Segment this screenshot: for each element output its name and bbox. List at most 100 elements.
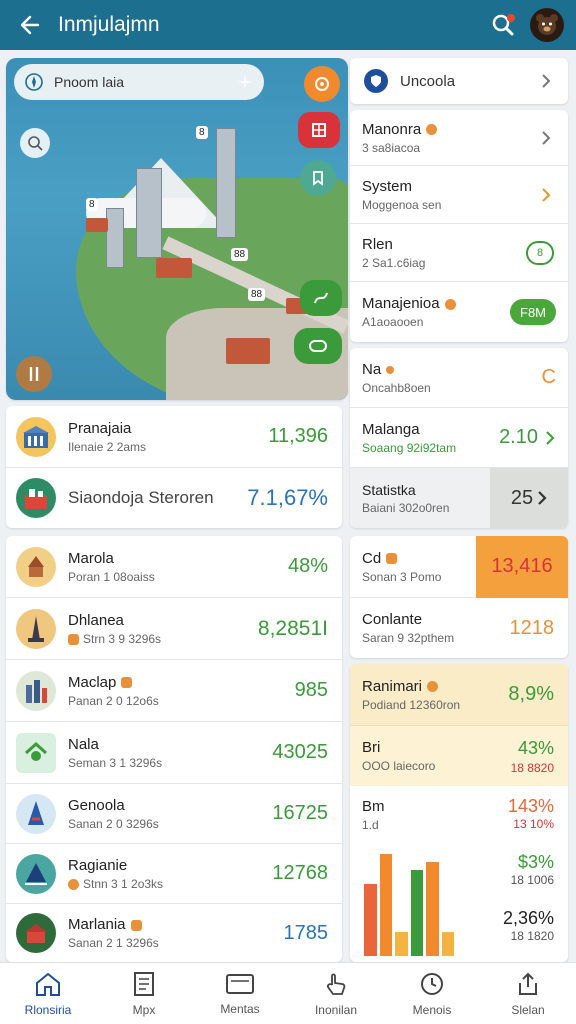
nav-touch[interactable]: Inonilan [288,963,384,1024]
list-item[interactable]: Manonra 3 sa8iacoa [350,110,568,166]
item-subtitle: Saran 9 32pthem [362,631,455,645]
bookmark-button[interactable] [300,160,336,196]
nav-label: Inonilan [314,1002,358,1017]
item-value: 1785 [283,921,329,944]
house-icon [16,913,56,953]
list-item[interactable]: Maclap Panan 2 0 12o6s 985 [6,660,342,722]
search-button[interactable] [486,8,520,42]
back-button[interactable] [12,8,46,42]
badge-icon [386,553,398,565]
nav-clock[interactable]: Menois [384,963,480,1024]
list-item[interactable]: Na Oncahb8oen C [350,348,568,408]
status-icon [68,878,79,890]
sparkle-icon[interactable] [236,73,254,91]
chart-bar [364,884,377,956]
layers-button[interactable] [298,112,340,148]
item-title: Manajenioa [362,295,510,312]
item-value: 43% [517,737,554,758]
map-building [156,258,192,278]
chevron-right-icon [538,73,554,89]
item-subtitle: Soaang 92i92tam [362,440,457,455]
badge-icon [444,298,456,310]
highlight-list: Cd Sonan 3 Pomo 13,416 Conlante Saran 9 … [350,536,568,658]
pin-icon [29,367,39,381]
map-view[interactable]: 8 8 88 88 Pnoom laia [6,58,348,400]
item-subtitle: Podiand 12360ron [362,697,461,712]
share-icon [519,972,537,995]
chart-area: Bm 1.d 143% 13 10% $3% 18 1006 2,36% 18 … [350,786,568,962]
highlight-value: 13,416 [476,536,568,598]
map-building [86,218,108,232]
stats-button[interactable]: 25 [490,468,568,528]
nav-label: Slelan [511,1002,545,1017]
item-title: Dhlanea [68,611,124,629]
item-subtitle: Sanan 2 1 3296s [68,936,159,950]
touch-icon [326,973,346,995]
map-pin-label[interactable]: 8 [86,198,98,211]
building-icon [16,416,56,457]
item-subtitle: Oncahb8oen [362,380,431,395]
status-icon [68,633,79,645]
map-pin-label[interactable]: 88 [248,288,266,301]
list-item[interactable]: Marlania Sanan 2 1 3296s 1785 [6,904,342,962]
item-subtitle: A1aoaooen [362,315,424,329]
share-location-button[interactable] [294,328,342,364]
item-value: 7.1,67% [247,485,328,510]
list-item[interactable]: Bri OOO laiecoro 43% 18 8820 [350,726,568,786]
page-title: Inmjulajmn [58,13,160,36]
item-title: Ragianie [68,856,128,874]
header-title: Uncoola [400,72,456,90]
route-icon [314,292,328,304]
list-item[interactable]: Pranajaia Ilenaie 2 2ams 11,396 [6,406,342,468]
sail-icon [16,853,56,894]
item-subtitle: Moggenoa sen [362,197,442,212]
list-item[interactable]: Siaondoja Steroren 7.1,67% [6,468,342,528]
item-value: 143% [507,796,554,816]
list-item[interactable]: Manajenioa A1aoaooen F8M [350,282,568,342]
chart-bar [395,932,408,956]
list-item[interactable]: Cd Sonan 3 Pomo 13,416 [350,536,568,598]
list-item[interactable]: Marola Poran 1 08oaiss 48% [6,536,342,598]
toggle-badge[interactable]: 8 [526,240,554,265]
item-title: Bri [362,739,381,756]
list-item[interactable]: Ragianie Stnn 3 1 2o3ks 12768 [6,844,342,904]
list-item[interactable]: Rlen 2 Sa1.c6iag 8 [350,224,568,282]
badge-icon [130,919,142,931]
nav-share[interactable]: Slelan [480,963,576,1024]
item-subtitle: Strn 3 9 3296s [68,632,258,646]
route-button[interactable] [300,280,342,316]
map-search-bar[interactable]: Pnoom laia [14,64,264,100]
list-item[interactable]: Dhlanea Strn 3 9 3296s 8,2851I [6,598,342,660]
layer-toggle-button[interactable] [16,356,52,392]
nav-tablet[interactable]: Mentas [192,963,288,1024]
target-button[interactable] [304,66,340,102]
list-item[interactable]: Ranimari Podiand 12360ron 8,9% [350,664,568,726]
nav-documents[interactable]: Mpx [96,963,192,1024]
item-title: Marlania [68,916,284,933]
item-value: 25 [510,486,534,509]
list-item[interactable]: System Moggenoa sen [350,166,568,224]
map-zoom-control[interactable] [20,128,50,158]
avatar[interactable] [530,8,564,42]
home-location-icon [16,732,56,773]
settings-list: Manonra 3 sa8iacoa System Moggenoa sen R… [350,110,568,342]
item-title: Na [362,361,542,378]
chart-bar [426,862,439,956]
item-secondary-value: 18 8820 [510,760,554,775]
action-pill-button[interactable]: F8M [510,299,556,325]
map-tower [216,128,236,238]
item-subtitle: OOO laiecoro [362,759,436,773]
location-list: Marola Poran 1 08oaiss 48% Dhlanea Strn … [6,536,342,962]
list-item[interactable]: Statistka Baiani 302o0ren 25 [350,468,568,528]
map-pin-label[interactable]: 88 [231,248,249,261]
list-item[interactable]: Conlante Saran 9 32pthem 1218 [350,598,568,658]
chevron-right-icon [538,491,547,505]
list-item[interactable]: Malanga Soaang 92i92tam 2.10 [350,408,568,468]
compass-icon [25,73,43,91]
badge-icon [426,124,438,136]
list-item[interactable]: Genoola Sanan 2 0 3296s 16725 [6,784,342,844]
list-item[interactable]: Nala Seman 3 1 3296s 43025 [6,722,342,784]
nav-home[interactable]: Rlonsiria [0,963,96,1024]
map-pin-label[interactable]: 8 [196,126,208,139]
location-header[interactable]: Uncoola [350,58,568,104]
